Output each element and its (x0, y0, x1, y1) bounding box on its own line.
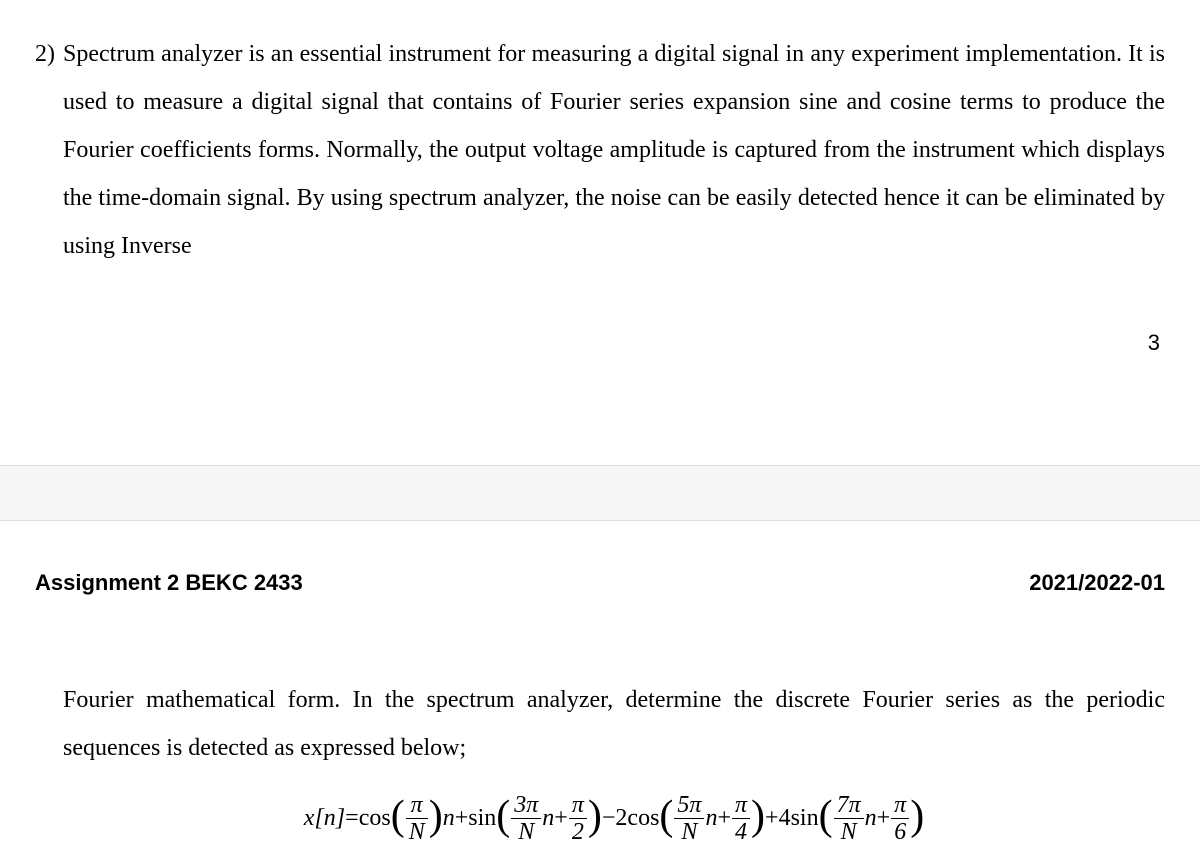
eq-term3-pden: 4 (732, 819, 750, 845)
eq-term1-mult: n (443, 805, 455, 832)
eq-term4-pnum: π (891, 792, 909, 819)
eq-term1-den: N (406, 819, 428, 845)
eq-term2-pnum: π (569, 792, 587, 819)
eq-term4-den: N (834, 819, 864, 845)
eq-term2-func: sin (468, 805, 496, 832)
eq-term4-func: sin (791, 805, 819, 832)
page-divider (0, 465, 1200, 521)
eq-term3-den: N (674, 819, 704, 845)
eq-equals: = (345, 805, 359, 832)
eq-term3-mult: n (705, 805, 717, 832)
assignment-header: Assignment 2 BEKC 2433 2021/2022-01 (35, 570, 1165, 596)
question-intro-text: Spectrum analyzer is an essential instru… (63, 30, 1165, 270)
eq-term4-mult: n (865, 805, 877, 832)
eq-term4-op2: + (877, 805, 891, 832)
eq-op3: − (602, 805, 616, 832)
eq-term1-num: π (406, 792, 428, 819)
question-block: 2) Spectrum analyzer is an essential ins… (35, 30, 1165, 270)
eq-lhs: x[n] (304, 805, 345, 832)
eq-term1-func: cos (359, 805, 391, 832)
eq-term2-mult: n (542, 805, 554, 832)
eq-term3-func: cos (627, 805, 659, 832)
question-continuation-text: Fourier mathematical form. In the spectr… (63, 676, 1165, 772)
eq-term2-den: N (511, 819, 541, 845)
fourier-equation: x[n] = cos (πN) n + sin (3πN n + π2) − 2… (63, 792, 1165, 846)
eq-term4-coef: 4 (779, 805, 791, 832)
eq-term3-num: 5π (674, 792, 704, 819)
eq-op2: + (455, 805, 469, 832)
eq-term4-pden: 6 (891, 819, 909, 845)
assignment-term: 2021/2022-01 (1029, 570, 1165, 596)
assignment-title: Assignment 2 BEKC 2433 (35, 570, 303, 596)
eq-term3-pnum: π (732, 792, 750, 819)
eq-term3-op2: + (717, 805, 731, 832)
question-number: 2) (35, 30, 63, 78)
eq-term2-op2: + (554, 805, 568, 832)
eq-op4: + (765, 805, 779, 832)
eq-term3-coef: 2 (615, 805, 627, 832)
eq-term2-pden: 2 (569, 819, 587, 845)
page-number: 3 (1148, 330, 1160, 356)
eq-term4-num: 7π (834, 792, 864, 819)
eq-term2-num: 3π (511, 792, 541, 819)
